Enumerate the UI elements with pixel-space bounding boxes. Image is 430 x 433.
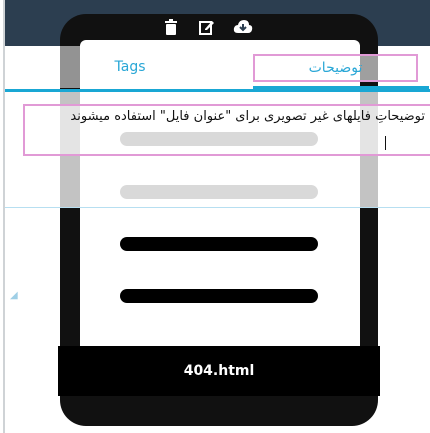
file-icon-line [120,237,318,251]
file-icon-line [120,132,318,146]
file-details-panel: Tags توضیحات توضیحاتِ فایلهای غیر تصویری… [0,0,430,433]
active-tab-indicator [253,86,429,89]
description-textarea[interactable]: توضیحاتِ فایلهای غیر تصویری برای "عنوان … [23,104,430,156]
resize-handle-icon[interactable]: ◢ [10,290,22,302]
tabs-bar: Tags توضیحات [5,46,430,92]
tab-descriptions[interactable]: توضیحات [253,54,418,82]
text-caret [385,136,386,150]
file-icon-line [120,185,318,199]
tab-tags[interactable]: Tags [25,46,235,88]
edit-icon[interactable] [196,16,218,38]
cloud-download-icon[interactable] [232,16,254,38]
file-icon-line [120,289,318,303]
file-toolbar [160,16,254,38]
file-name-label: 404.html [58,346,380,396]
trash-icon[interactable] [160,16,182,38]
